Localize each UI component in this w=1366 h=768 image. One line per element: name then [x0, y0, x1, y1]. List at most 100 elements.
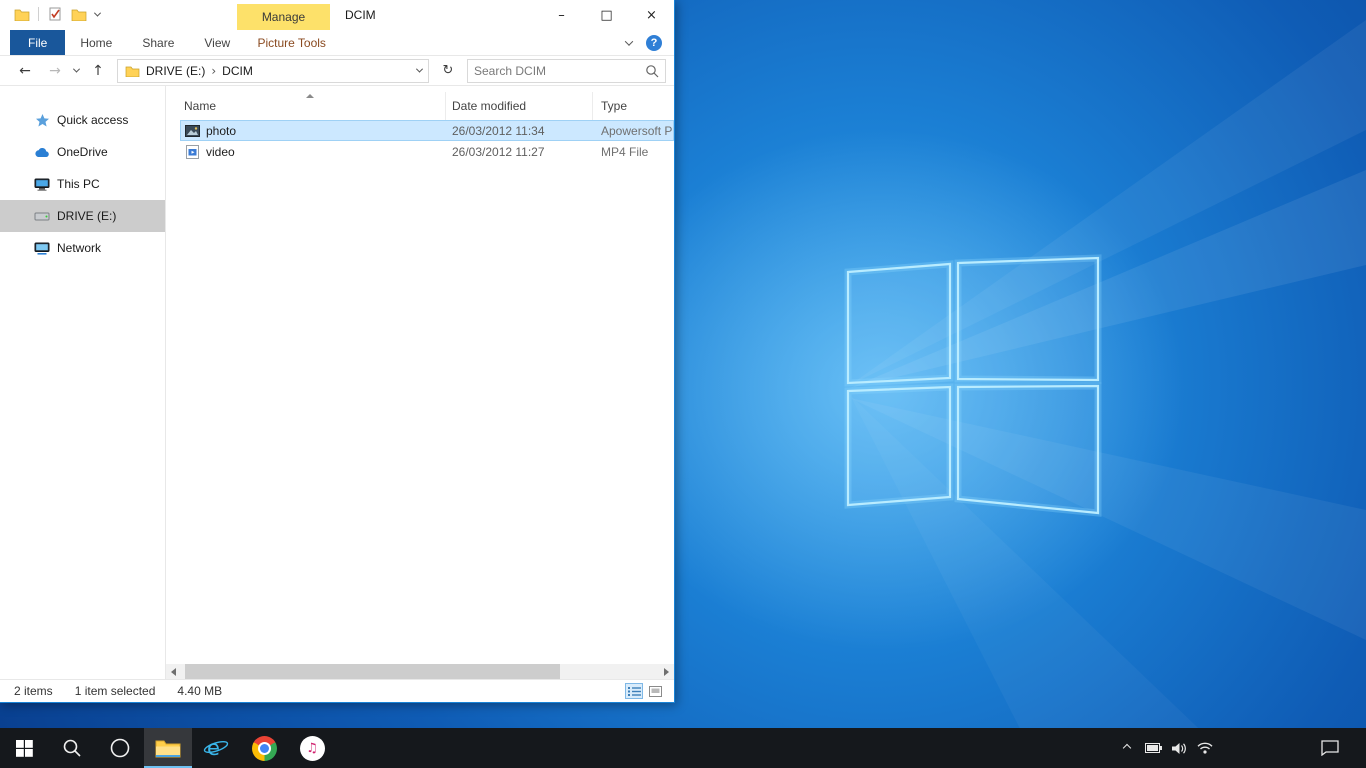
file-name: video — [206, 145, 235, 159]
column-headers: Name Date modified Type — [166, 92, 674, 120]
column-header-type[interactable]: Type — [593, 92, 674, 120]
scroll-right-arrow-icon[interactable] — [659, 664, 674, 679]
file-date-modified: 26/03/2012 11:34 — [446, 124, 593, 138]
explorer-app-icon — [14, 6, 30, 22]
window-body: Quick access OneDrive This PC DRIVE (E:) — [0, 86, 674, 679]
manage-context-label[interactable]: Manage — [237, 4, 330, 30]
tab-share[interactable]: Share — [127, 30, 189, 55]
cortana-button[interactable] — [96, 728, 144, 768]
system-tray — [1114, 728, 1218, 768]
ribbon-tab-row: File Home Share View Picture Tools ? — [0, 30, 674, 56]
tab-file[interactable]: File — [10, 30, 65, 55]
search-icon — [62, 738, 82, 758]
file-type: Apowersoft Pho — [593, 124, 674, 138]
refresh-button[interactable]: ↻ — [437, 63, 459, 78]
file-explorer-taskbar-button[interactable] — [144, 728, 192, 768]
video-file-icon — [184, 144, 200, 160]
speaker-icon[interactable] — [1166, 728, 1192, 768]
column-header-date-modified[interactable]: Date modified — [446, 92, 593, 120]
search-box[interactable] — [467, 59, 666, 83]
recent-locations-chevron-icon[interactable] — [73, 66, 80, 73]
start-button[interactable] — [0, 728, 48, 768]
scroll-left-arrow-icon[interactable] — [166, 664, 181, 679]
sidebar-item-label: Network — [57, 241, 101, 255]
file-row-video[interactable]: video 26/03/2012 11:27 MP4 File — [180, 141, 674, 162]
windows-start-icon — [16, 740, 33, 757]
tab-home[interactable]: Home — [65, 30, 127, 55]
chrome-button[interactable] — [240, 728, 288, 768]
star-icon — [34, 112, 50, 128]
file-row-photo[interactable]: photo 26/03/2012 11:34 Apowersoft Pho — [180, 120, 674, 141]
status-size: 4.40 MB — [177, 684, 222, 698]
sidebar-item-label: DRIVE (E:) — [57, 209, 116, 223]
up-button[interactable]: ↑ — [87, 63, 109, 79]
network-wifi-icon[interactable] — [1192, 728, 1218, 768]
taskbar-search-button[interactable] — [48, 728, 96, 768]
titlebar: Manage DCIM – □ × — [0, 0, 674, 30]
file-type: MP4 File — [593, 145, 674, 159]
large-icons-view-button[interactable] — [646, 683, 664, 699]
folder-icon — [124, 63, 140, 79]
status-bar: 2 items 1 item selected 4.40 MB — [0, 679, 674, 702]
chrome-icon — [252, 736, 277, 761]
tab-view[interactable]: View — [189, 30, 245, 55]
minimize-button[interactable]: – — [539, 0, 584, 30]
expand-ribbon-chevron-icon[interactable] — [625, 37, 633, 45]
internet-explorer-button[interactable]: e — [192, 728, 240, 768]
window-title: DCIM — [345, 8, 376, 22]
forward-button[interactable]: → — [44, 63, 66, 79]
search-icon — [645, 64, 659, 78]
status-items-count: 2 items — [14, 684, 53, 698]
address-dropdown-chevron-icon[interactable] — [416, 66, 423, 73]
sidebar-item-label: OneDrive — [57, 145, 108, 159]
sort-ascending-icon — [306, 94, 314, 98]
breadcrumb-segment-dcim[interactable]: DCIM — [222, 64, 253, 78]
new-folder-icon[interactable] — [71, 6, 87, 22]
large-icons-view-icon — [649, 686, 662, 697]
horizontal-scrollbar[interactable] — [166, 664, 674, 679]
file-explorer-icon — [155, 738, 181, 758]
navigation-bar: ← → ↑ DRIVE (E:) › DCIM ↻ — [0, 56, 674, 86]
sidebar-item-quick-access[interactable]: Quick access — [0, 104, 165, 136]
breadcrumb-segment-drive[interactable]: DRIVE (E:) — [146, 64, 205, 78]
address-bar[interactable]: DRIVE (E:) › DCIM — [117, 59, 429, 83]
itunes-icon: ♫ — [300, 736, 325, 761]
sidebar-item-network[interactable]: Network — [0, 232, 165, 264]
sidebar-item-drive-e[interactable]: DRIVE (E:) — [0, 200, 165, 232]
sidebar-item-label: Quick access — [57, 113, 128, 127]
action-center-icon[interactable] — [1306, 728, 1354, 768]
maximize-button[interactable]: □ — [584, 0, 629, 30]
customize-toolbar-chevron-icon[interactable] — [94, 9, 101, 16]
internet-explorer-icon: e — [203, 735, 229, 761]
svg-text:e: e — [207, 736, 220, 760]
help-icon[interactable]: ? — [646, 35, 662, 51]
computer-icon — [34, 176, 50, 192]
cloud-icon — [34, 144, 50, 160]
details-view-button[interactable] — [625, 683, 643, 699]
scrollbar-track[interactable] — [181, 664, 659, 679]
scrollbar-thumb[interactable] — [185, 664, 560, 679]
properties-icon[interactable] — [47, 6, 63, 22]
hidden-icons-chevron-icon[interactable] — [1114, 728, 1140, 768]
tab-picture-tools[interactable]: Picture Tools — [245, 30, 338, 55]
search-input[interactable] — [474, 64, 645, 78]
navigation-pane: Quick access OneDrive This PC DRIVE (E:) — [0, 86, 166, 679]
drive-icon — [34, 208, 50, 224]
file-date-modified: 26/03/2012 11:27 — [446, 145, 593, 159]
cortana-icon — [109, 737, 131, 759]
sidebar-item-this-pc[interactable]: This PC — [0, 168, 165, 200]
itunes-button[interactable]: ♫ — [288, 728, 336, 768]
battery-icon[interactable] — [1140, 728, 1166, 768]
sidebar-item-onedrive[interactable]: OneDrive — [0, 136, 165, 168]
toolbar-divider — [38, 7, 39, 21]
breadcrumb-separator-icon: › — [211, 64, 216, 78]
status-selection: 1 item selected — [75, 684, 156, 698]
back-button[interactable]: ← — [14, 63, 36, 79]
file-list-pane: Name Date modified Type photo 26/03/2012… — [166, 86, 674, 679]
column-header-name[interactable]: Name — [166, 92, 446, 120]
details-view-icon — [628, 686, 641, 697]
file-name: photo — [206, 124, 236, 138]
explorer-window: Manage DCIM – □ × File Home Share View P… — [0, 0, 675, 703]
close-button[interactable]: × — [629, 0, 674, 30]
window-controls: – □ × — [539, 0, 674, 30]
